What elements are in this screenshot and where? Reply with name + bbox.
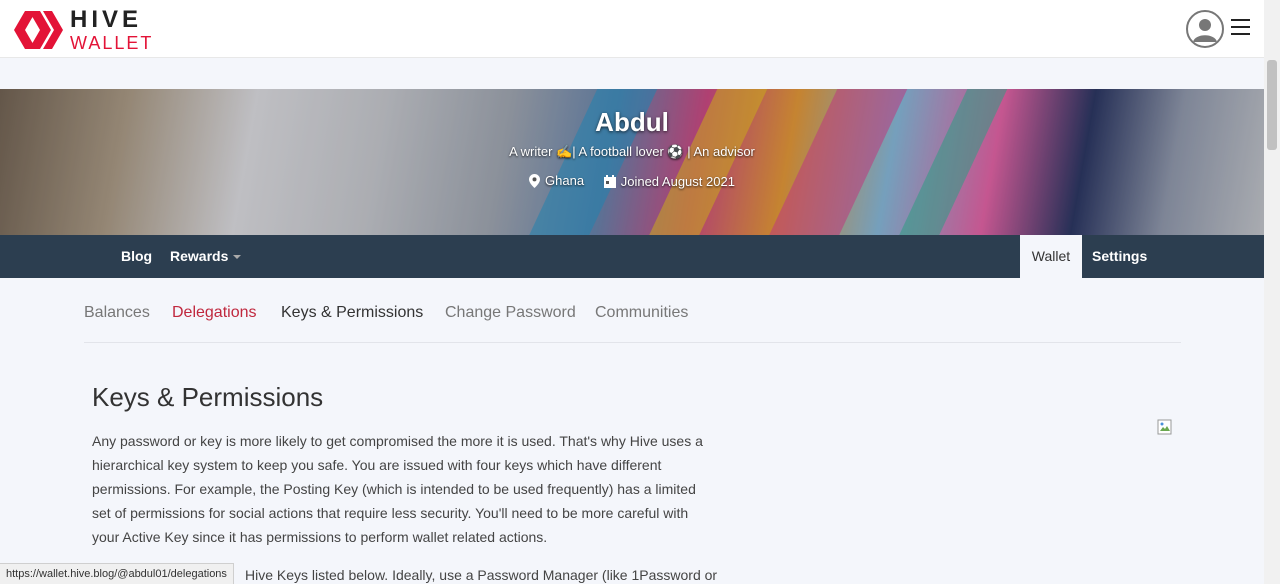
profile-joined: Joined August 2021 [603, 173, 735, 189]
nav-rewards-dropdown[interactable]: Rewards [170, 235, 242, 278]
browser-status-bar: https://wallet.hive.blog/@abdul01/delega… [0, 563, 234, 584]
map-marker-icon [529, 173, 541, 188]
nav-settings-link[interactable]: Settings [1092, 235, 1147, 278]
wallet-tabs: Balances Delegations Keys & Permissions … [84, 304, 1181, 343]
keys-description: Any password or key is more likely to ge… [92, 433, 703, 545]
caret-down-icon [233, 255, 242, 260]
hamburger-menu-icon[interactable] [1231, 19, 1250, 35]
page-title: Keys & Permissions [92, 382, 324, 412]
profile-cover-banner: Abdul A writer ✍️| A football lover ⚽️ |… [0, 89, 1264, 235]
profile-about: A writer ✍️| A football lover ⚽️ | An ad… [509, 144, 755, 159]
hive-wallet-logo[interactable]: HIVE WALLET [12, 8, 153, 52]
hive-logo-icon [14, 11, 63, 49]
broken-image-icon [1157, 419, 1172, 435]
tab-keys-permissions[interactable]: Keys & Permissions [281, 304, 423, 322]
nav-rewards-label: Rewards [170, 248, 229, 264]
tab-change-password[interactable]: Change Password [445, 304, 576, 322]
user-avatar-icon[interactable] [1186, 10, 1224, 48]
nav-blog-link[interactable]: Blog [121, 235, 152, 278]
profile-location: Ghana [529, 173, 584, 188]
location-text: Ghana [545, 173, 585, 188]
calendar-icon [603, 174, 616, 188]
logo-text-hive: HIVE [70, 6, 143, 33]
logo-text-wallet: WALLET [70, 33, 154, 53]
tab-communities[interactable]: Communities [595, 304, 688, 322]
keys-description-continued: Hive Keys listed below. Ideally, use a P… [245, 567, 718, 583]
joined-text: Joined August 2021 [620, 173, 735, 189]
top-header: HIVE WALLET [0, 0, 1264, 58]
profile-name: Abdul [595, 107, 669, 137]
nav-wallet-link[interactable]: Wallet [1020, 235, 1082, 278]
tab-balances[interactable]: Balances [84, 304, 150, 322]
tab-delegations[interactable]: Delegations [172, 304, 257, 322]
scrollbar-thumb[interactable] [1267, 60, 1277, 150]
page-scrollbar[interactable] [1264, 0, 1280, 584]
profile-meta: Ghana Joined August 2021 [0, 173, 1264, 191]
profile-navbar: Blog Rewards Wallet Settings [0, 235, 1264, 278]
